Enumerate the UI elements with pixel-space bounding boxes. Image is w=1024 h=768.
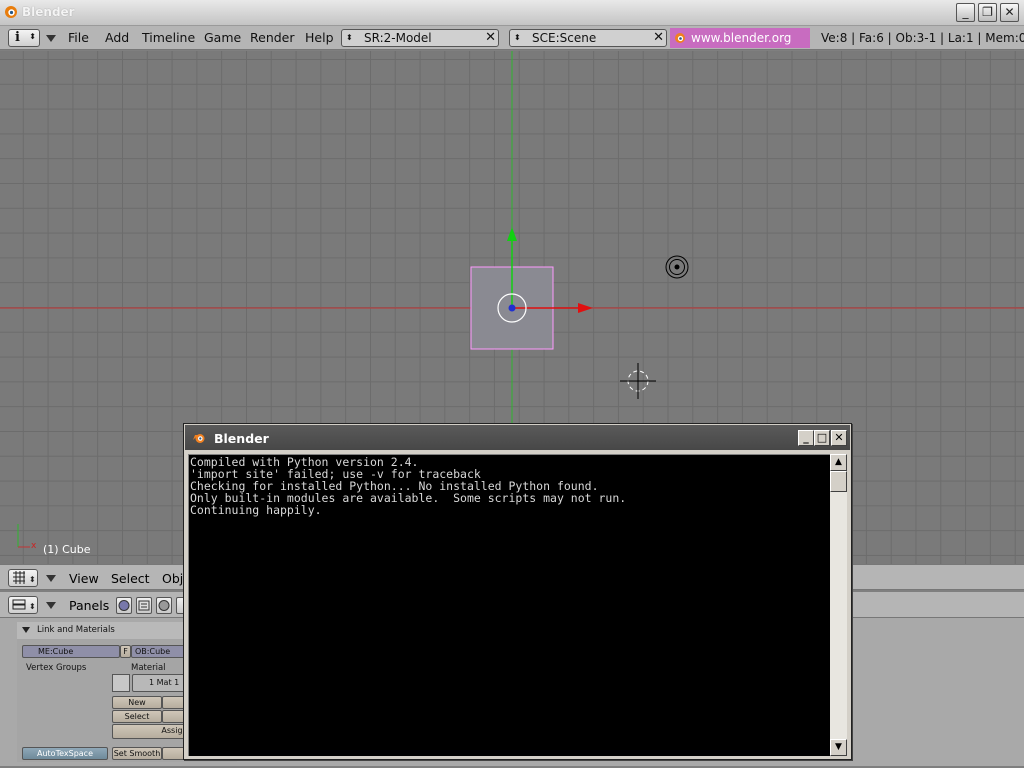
- menu-view[interactable]: View: [69, 571, 99, 586]
- menu-file[interactable]: File: [68, 30, 89, 45]
- console-title: Blender: [214, 431, 269, 446]
- header-collapse-icon[interactable]: [46, 35, 56, 42]
- header-collapse-icon[interactable]: [46, 602, 56, 609]
- menu-game[interactable]: Game: [204, 30, 241, 45]
- menu-timeline[interactable]: Timeline: [142, 30, 195, 45]
- window-close-button[interactable]: ✕: [1000, 3, 1019, 22]
- scene-browse-icon[interactable]: ⬍: [514, 30, 521, 46]
- material-select-button[interactable]: Select: [112, 710, 162, 723]
- panel-collapse-icon[interactable]: [22, 627, 30, 633]
- menu-object[interactable]: Obj: [162, 571, 183, 586]
- manipulator-y-arrow-icon[interactable]: [507, 227, 517, 241]
- editor-type-selector[interactable]: i ⬍: [8, 29, 40, 47]
- console-titlebar[interactable]: Blender _ □ ✕: [185, 425, 850, 450]
- screen-selector[interactable]: ⬍ SR:2-Model ✕: [341, 29, 499, 47]
- window-maximize-button[interactable]: ❐: [978, 3, 997, 22]
- material-new-button[interactable]: New: [112, 696, 162, 709]
- vertex-groups-label: Vertex Groups: [26, 663, 87, 673]
- set-smooth-button[interactable]: Set Smooth: [112, 747, 162, 760]
- svg-text:⬍: ⬍: [29, 602, 36, 611]
- mini-x-label: x: [31, 541, 37, 551]
- console-window[interactable]: Blender _ □ ✕ Compiled with Python versi…: [183, 423, 852, 760]
- script-context-icon[interactable]: [136, 597, 152, 614]
- header-collapse-icon[interactable]: [46, 575, 56, 582]
- console-scrollbar[interactable]: ▲ ▼: [830, 454, 847, 756]
- blender-logo-icon: [5, 6, 17, 18]
- logic-context-icon[interactable]: [116, 597, 132, 614]
- website-link[interactable]: www.blender.org 243: [670, 28, 810, 65]
- menu-panels[interactable]: Panels: [69, 598, 109, 613]
- lamp-icon[interactable]: [674, 264, 680, 270]
- scene-name[interactable]: SCE:Scene: [532, 30, 596, 46]
- scroll-up-arrow-icon[interactable]: ▲: [830, 454, 847, 471]
- blender-logo-icon: [675, 33, 685, 43]
- autotexspace-toggle[interactable]: AutoTexSpace: [22, 747, 108, 760]
- window-minimize-button[interactable]: _: [956, 3, 975, 22]
- scene-stats: Ve:8 | Fa:6 | Ob:3-1 | La:1 | Mem:0: [821, 31, 1024, 45]
- screen-delete-icon[interactable]: ✕: [485, 30, 496, 46]
- material-preview-swatch: [112, 674, 130, 692]
- scene-selector[interactable]: ⬍ SCE:Scene ✕: [509, 29, 667, 47]
- console-line: Continuing happily.: [190, 503, 322, 517]
- screen-browse-icon[interactable]: ⬍: [346, 30, 353, 46]
- menu-add[interactable]: Add: [105, 30, 129, 45]
- manipulator-center-dot: [508, 304, 516, 312]
- grid-icon: ⬍: [13, 571, 36, 584]
- menu-render[interactable]: Render: [250, 30, 295, 45]
- console-maximize-button[interactable]: □: [814, 430, 830, 446]
- editor-type-selector[interactable]: ⬍: [8, 569, 38, 587]
- blender-logo-icon: [193, 434, 205, 443]
- editor-type-selector[interactable]: ⬍: [8, 596, 38, 614]
- console-close-button[interactable]: ✕: [831, 430, 847, 446]
- console-lines: Compiled with Python version 2.4. 'impor…: [189, 456, 626, 516]
- scroll-thumb[interactable]: [830, 471, 847, 492]
- console-output[interactable]: Compiled with Python version 2.4. 'impor…: [188, 454, 830, 756]
- window-titlebar: Blender _ ❐ ✕: [0, 0, 1024, 26]
- console-minimize-button[interactable]: _: [798, 430, 814, 446]
- menu-select[interactable]: Select: [111, 571, 150, 586]
- mesh-datablock-field[interactable]: ME:Cube: [22, 645, 120, 658]
- buttons-window-icon: ⬍: [12, 599, 36, 611]
- manipulator-x-arrow-icon[interactable]: [578, 303, 593, 313]
- svg-text:⬍: ⬍: [29, 575, 36, 584]
- screen-name[interactable]: SR:2-Model: [364, 30, 432, 46]
- panel-title: Link and Materials: [37, 625, 115, 635]
- window-title: Blender: [22, 5, 75, 19]
- scene-delete-icon[interactable]: ✕: [653, 30, 664, 46]
- fake-user-button[interactable]: F: [120, 645, 131, 658]
- active-object-label: (1) Cube: [43, 543, 91, 556]
- shading-context-icon[interactable]: [156, 597, 172, 614]
- updown-arrows-icon: ⬍: [29, 32, 36, 41]
- material-label: Material: [131, 663, 166, 673]
- main-header: i ⬍ File Add Timeline Game Render Help ⬍…: [0, 26, 1024, 65]
- info-icon: i: [15, 30, 20, 45]
- menu-help[interactable]: Help: [305, 30, 334, 45]
- scroll-down-arrow-icon[interactable]: ▼: [830, 739, 847, 756]
